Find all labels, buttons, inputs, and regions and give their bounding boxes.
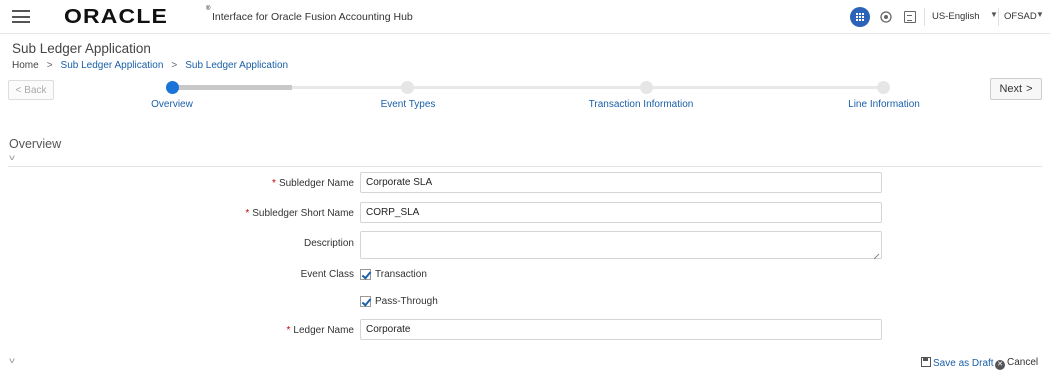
registered-mark: ®	[206, 6, 211, 12]
hamburger-menu-icon[interactable]	[12, 10, 30, 23]
step-label-transaction-information[interactable]: Transaction Information	[589, 99, 694, 110]
subledger-short-name-label: * Subledger Short Name	[245, 208, 354, 219]
pass-through-checkbox-label[interactable]: Pass-Through	[375, 296, 438, 307]
subledger-short-name-input[interactable]	[360, 202, 882, 223]
next-label: Next	[999, 83, 1023, 95]
save-as-draft-button[interactable]: Save as Draft	[921, 357, 994, 369]
step-dot-transaction-information[interactable]	[640, 81, 653, 94]
cancel-icon: ✕	[995, 360, 1005, 370]
breadcrumb-separator: >	[46, 60, 53, 71]
transaction-checkbox-label[interactable]: Transaction	[375, 269, 427, 280]
user-menu[interactable]: OFSAD	[1004, 11, 1037, 22]
save-icon	[921, 357, 931, 367]
header-divider	[998, 8, 999, 26]
chevron-left-icon: <	[15, 84, 22, 96]
step-dot-line-information[interactable]	[877, 81, 890, 94]
user-caret-icon[interactable]: ▼	[1036, 10, 1044, 19]
section-divider	[8, 166, 1042, 167]
description-textarea[interactable]	[360, 231, 882, 259]
event-class-label: Event Class	[300, 269, 354, 280]
document-icon[interactable]	[904, 11, 916, 23]
subledger-name-label: * Subledger Name	[272, 178, 354, 189]
step-dot-event-types[interactable]	[401, 81, 414, 94]
chevron-right-icon: >	[1026, 83, 1033, 95]
step-label-event-types[interactable]: Event Types	[381, 99, 436, 110]
header-divider	[924, 8, 925, 26]
page-title: Sub Ledger Application	[12, 41, 151, 56]
oracle-logo: ORACLE	[64, 6, 169, 28]
required-icon: *	[245, 208, 250, 219]
step-dot-overview[interactable]	[166, 81, 179, 94]
resize-handle-icon[interactable]	[873, 252, 879, 258]
cancel-button[interactable]: ✕ Cancel	[995, 357, 1038, 370]
apps-grid-icon[interactable]	[850, 7, 870, 27]
breadcrumb-separator: >	[171, 60, 178, 71]
step-label-overview[interactable]: Overview	[151, 99, 193, 110]
train-progress	[172, 85, 292, 90]
language-selector[interactable]: US-English	[932, 11, 980, 22]
ledger-name-label: * Ledger Name	[286, 325, 355, 336]
app-title: Interface for Oracle Fusion Accounting H…	[212, 11, 413, 23]
breadcrumb-current[interactable]: Sub Ledger Application	[185, 60, 288, 71]
next-button[interactable]: Next >	[990, 78, 1042, 100]
breadcrumb-home[interactable]: Home	[12, 60, 39, 71]
breadcrumb: Home > Sub Ledger Application > Sub Ledger A…	[12, 60, 288, 71]
subledger-name-input[interactable]	[360, 172, 882, 193]
language-caret-icon[interactable]: ▼	[990, 10, 998, 19]
global-header: ORACLE ® Interface for Oracle Fusion Acc…	[0, 0, 1050, 34]
ledger-name-input[interactable]	[360, 319, 882, 340]
back-label: Back	[24, 84, 47, 96]
accessibility-icon[interactable]	[880, 11, 892, 23]
pass-through-checkbox[interactable]	[360, 296, 371, 307]
required-icon: *	[286, 325, 291, 336]
footer-chevron-icon[interactable]: v	[9, 356, 15, 365]
description-label: Description	[303, 238, 354, 249]
back-button[interactable]: < Back	[8, 80, 54, 100]
required-icon: *	[272, 178, 276, 189]
collapse-chevron-icon[interactable]: v	[9, 153, 15, 162]
transaction-checkbox[interactable]	[360, 269, 371, 280]
step-label-line-information[interactable]: Line Information	[848, 99, 920, 110]
breadcrumb-sub-ledger-application[interactable]: Sub Ledger Application	[61, 60, 164, 71]
section-title: Overview	[9, 137, 62, 151]
